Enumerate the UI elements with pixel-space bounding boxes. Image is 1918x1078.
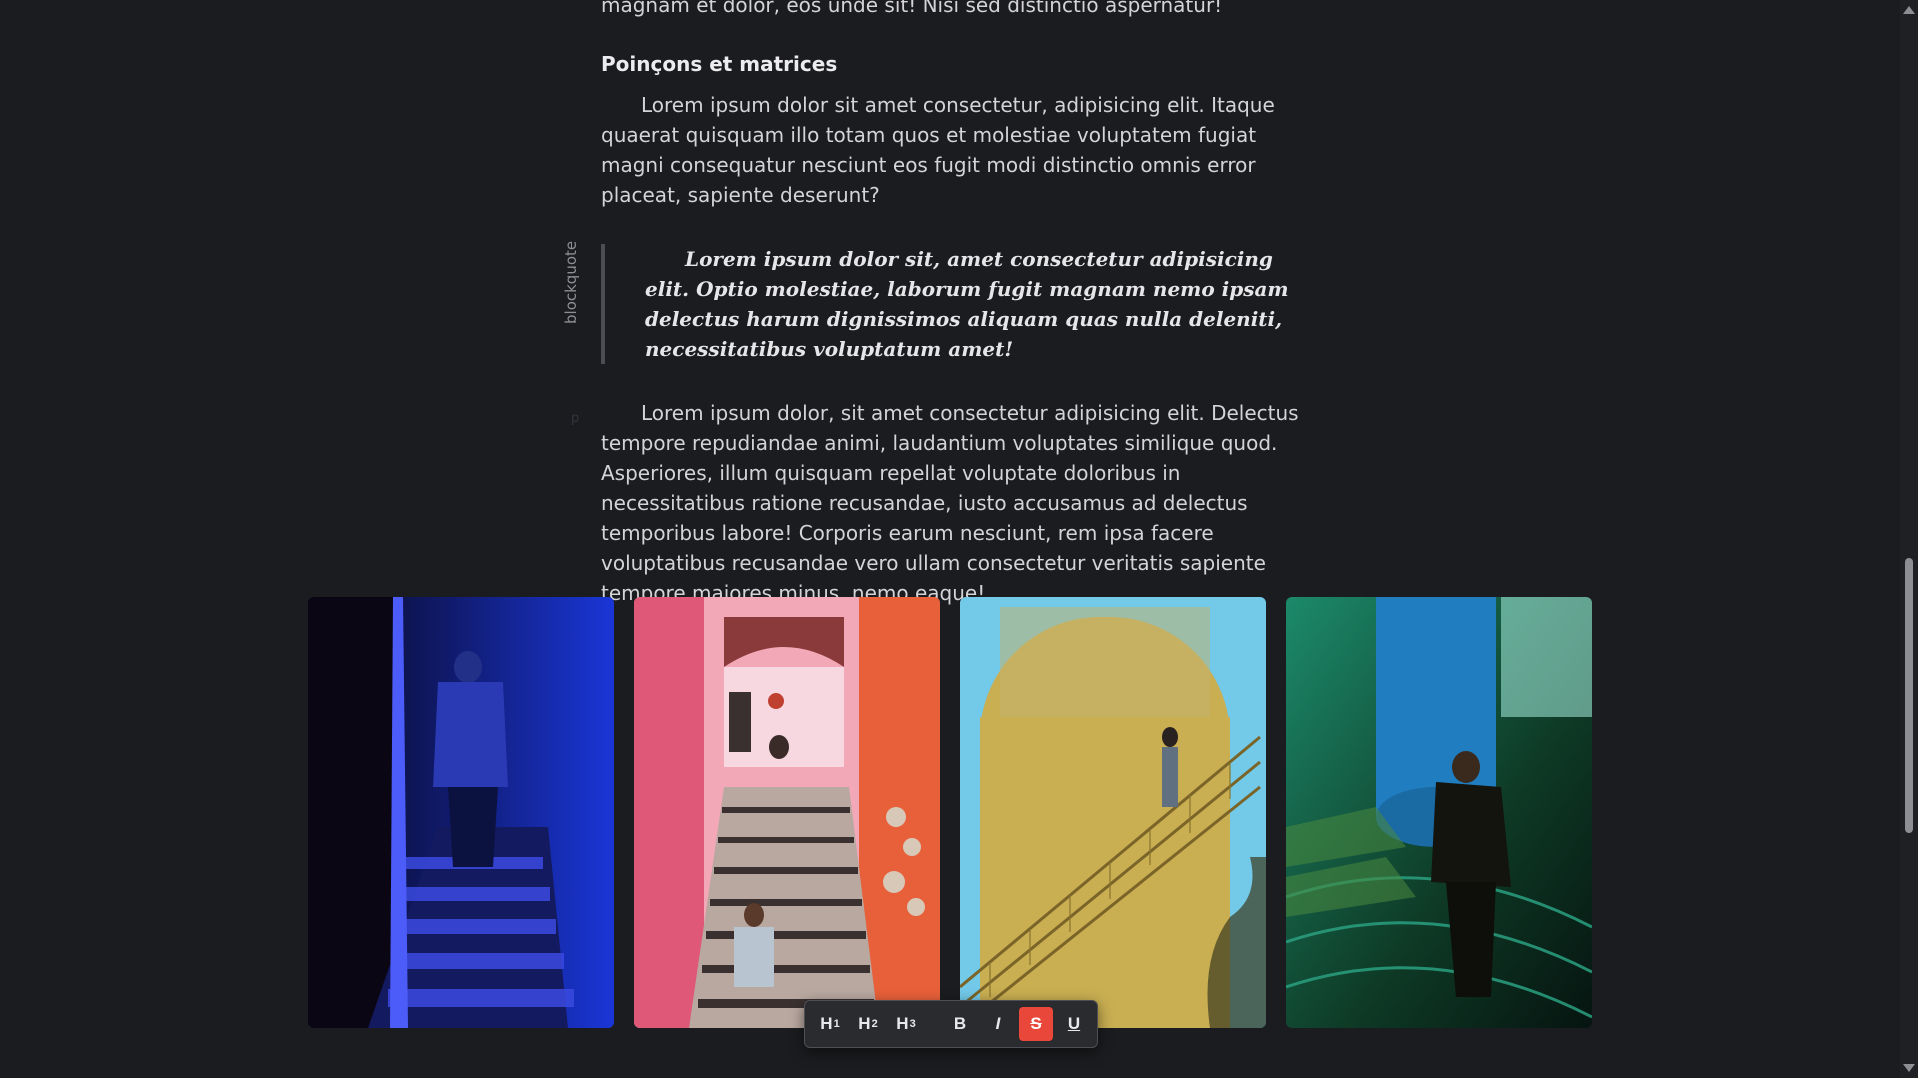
image-gallery bbox=[308, 597, 1592, 1028]
spiral-staircase-photo[interactable] bbox=[1286, 597, 1592, 1028]
section-heading[interactable]: Poinçons et matrices bbox=[601, 48, 1299, 80]
block-type-label: blockquote bbox=[562, 240, 580, 324]
paragraph-block[interactable]: p Lorem ipsum dolor, sit amet consectetu… bbox=[571, 398, 1299, 608]
photo-illustration bbox=[634, 597, 940, 1028]
editor-viewport: magnam et dolor, eos unde sit! Nisi sed … bbox=[0, 0, 1918, 1078]
scrollbar-thumb[interactable] bbox=[1905, 558, 1913, 833]
heading-3-button[interactable]: H3 bbox=[889, 1007, 923, 1041]
article-body: magnam et dolor, eos unde sit! Nisi sed … bbox=[562, 0, 1299, 608]
photo-illustration bbox=[960, 597, 1266, 1028]
pink-stairway-photo[interactable] bbox=[634, 597, 940, 1028]
underline-button[interactable]: U bbox=[1057, 1007, 1091, 1041]
photo-illustration bbox=[1286, 597, 1592, 1028]
block-type-label: p bbox=[571, 411, 580, 426]
blockquote-text[interactable]: Lorem ipsum dolor sit, amet consectetur … bbox=[645, 244, 1299, 364]
scroll-down-arrow-icon[interactable] bbox=[1903, 1064, 1915, 1072]
previous-paragraph-tail: magnam et dolor, eos unde sit! Nisi sed … bbox=[601, 0, 1223, 17]
strikethrough-button[interactable]: S bbox=[1019, 1007, 1053, 1041]
paragraph[interactable]: Lorem ipsum dolor, sit amet consectetur … bbox=[601, 398, 1299, 608]
bold-button[interactable]: B bbox=[943, 1007, 977, 1041]
text-format-toolbar: H1 H2 H3 B I S U bbox=[804, 1000, 1098, 1048]
heading-2-button[interactable]: H2 bbox=[851, 1007, 885, 1041]
italic-button[interactable]: I bbox=[981, 1007, 1015, 1041]
blue-stairs-man-photo[interactable] bbox=[308, 597, 614, 1028]
scroll-up-arrow-icon[interactable] bbox=[1903, 6, 1915, 14]
heading-1-button[interactable]: H1 bbox=[813, 1007, 847, 1041]
blockquote-block[interactable]: blockquote Lorem ipsum dolor sit, amet c… bbox=[562, 241, 1299, 364]
vertical-scrollbar[interactable] bbox=[1900, 0, 1918, 1078]
yellow-tower-stairs-photo[interactable] bbox=[960, 597, 1266, 1028]
photo-illustration bbox=[308, 597, 614, 1028]
paragraph[interactable]: Lorem ipsum dolor sit amet consectetur, … bbox=[601, 90, 1299, 210]
